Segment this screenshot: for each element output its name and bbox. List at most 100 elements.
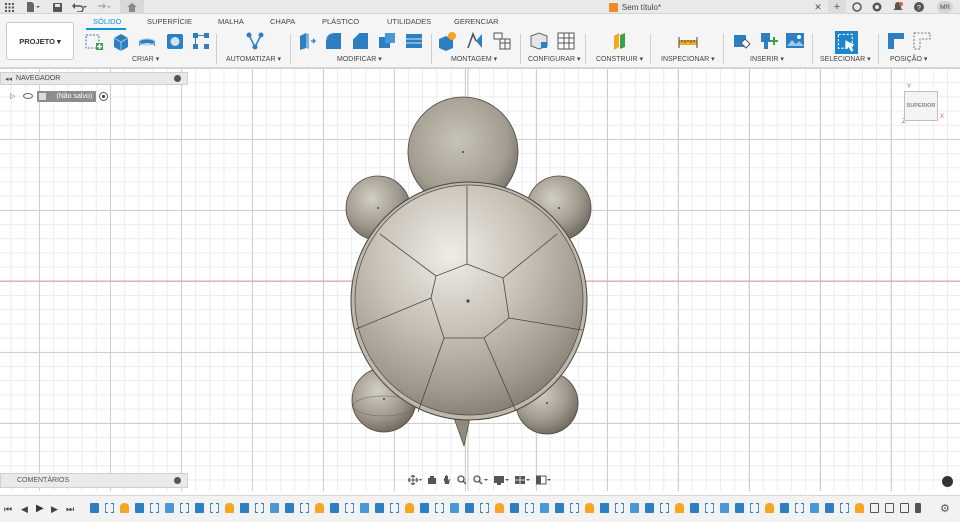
hole-icon[interactable]	[165, 31, 185, 51]
timeline-feature[interactable]	[810, 503, 819, 513]
timeline-feature[interactable]	[705, 503, 714, 513]
tab-malha[interactable]: MALHA	[218, 17, 244, 26]
tab-chapa[interactable]: CHAPA	[270, 17, 295, 26]
timeline-feature[interactable]	[120, 503, 129, 513]
new-tab-icon[interactable]: +	[828, 0, 846, 14]
timeline-feature[interactable]	[495, 503, 504, 513]
viewcube[interactable]: SUPERIOR	[904, 91, 938, 121]
timeline-feature[interactable]	[90, 503, 99, 513]
activate-radio-icon[interactable]	[99, 91, 109, 101]
timeline-feature[interactable]	[480, 503, 489, 513]
group-inserir[interactable]: INSERIR ▾	[750, 55, 784, 63]
job-status-icon[interactable]	[870, 0, 884, 14]
timeline-feature[interactable]	[405, 503, 414, 513]
press-pull-icon[interactable]	[297, 31, 317, 51]
revert-position-icon[interactable]	[912, 31, 932, 51]
timeline-features[interactable]	[88, 496, 923, 523]
configure-icon[interactable]	[529, 31, 549, 51]
automate-icon[interactable]	[245, 31, 265, 51]
look-at-icon[interactable]	[427, 475, 437, 485]
timeline-end-icon[interactable]: ⏭	[66, 504, 74, 515]
notifications-icon[interactable]	[891, 0, 905, 14]
new-component-icon[interactable]	[437, 31, 457, 51]
comments-add-icon[interactable]	[174, 477, 181, 484]
timeline-feature[interactable]	[885, 503, 894, 513]
grid-settings-icon[interactable]	[515, 475, 531, 485]
timeline-feature[interactable]	[870, 503, 879, 513]
redo-icon[interactable]	[94, 0, 114, 14]
chat-icon[interactable]	[942, 476, 953, 487]
group-configurar[interactable]: CONFIGURAR ▾	[528, 55, 581, 63]
timeline-feature[interactable]	[300, 503, 309, 513]
orbit-move-icon[interactable]	[407, 474, 422, 485]
timeline-feature[interactable]	[435, 503, 444, 513]
select-icon[interactable]	[835, 31, 858, 54]
group-posicao[interactable]: POSIÇÃO ▾	[890, 55, 927, 63]
timeline-feature[interactable]	[630, 503, 639, 513]
timeline-forward-icon[interactable]: ▶	[51, 504, 58, 515]
viewports-icon[interactable]	[536, 475, 552, 485]
display-settings-icon[interactable]	[493, 475, 510, 485]
panel-pin-icon[interactable]	[174, 75, 181, 82]
timeline-feature[interactable]	[255, 503, 264, 513]
timeline-play-icon[interactable]: ▶	[36, 503, 44, 514]
timeline-feature[interactable]	[105, 503, 114, 513]
browser-root-node[interactable]: ▷ (Não salvo)	[0, 89, 109, 103]
timeline-feature[interactable]	[735, 503, 744, 513]
timeline-feature[interactable]	[270, 503, 279, 513]
revolve-icon[interactable]	[137, 31, 157, 51]
app-grid-icon[interactable]	[2, 0, 16, 14]
root-component-label[interactable]: (Não salvo)	[37, 90, 97, 102]
group-montagem[interactable]: MONTAGEM ▾	[451, 55, 497, 63]
timeline-feature[interactable]	[375, 503, 384, 513]
timeline-feature[interactable]	[900, 503, 909, 513]
timeline-feature[interactable]	[450, 503, 459, 513]
timeline-feature[interactable]	[315, 503, 324, 513]
viewport-canvas[interactable]	[0, 68, 960, 491]
timeline-feature[interactable]	[165, 503, 174, 513]
tab-superficie[interactable]: SUPERFÍCIE	[147, 17, 192, 26]
insert-mcmaster-icon[interactable]	[759, 31, 779, 51]
timeline-feature[interactable]	[645, 503, 654, 513]
comments-panel[interactable]: COMENTÁRIOS	[0, 473, 188, 488]
timeline-feature[interactable]	[360, 503, 369, 513]
tab-utilidades[interactable]: UTILIDADES	[387, 17, 431, 26]
capture-position-icon[interactable]	[886, 31, 906, 51]
timeline-feature[interactable]	[135, 503, 144, 513]
group-automatizar[interactable]: AUTOMATIZAR ▾	[226, 55, 281, 63]
zoom-icon[interactable]	[457, 474, 467, 485]
expand-arrow-icon[interactable]: ▷	[10, 92, 15, 100]
home-icon[interactable]	[120, 0, 144, 14]
group-criar[interactable]: CRIAR ▾	[132, 55, 159, 63]
save-icon[interactable]	[50, 0, 64, 14]
document-tab[interactable]: Sem título*	[445, 0, 825, 14]
timeline-feature[interactable]	[345, 503, 354, 513]
chamfer-icon[interactable]	[350, 31, 370, 51]
timeline-feature[interactable]	[555, 503, 564, 513]
timeline-feature[interactable]	[285, 503, 294, 513]
timeline-feature[interactable]	[525, 503, 534, 513]
timeline-feature[interactable]	[720, 503, 729, 513]
as-built-joint-icon[interactable]	[492, 31, 512, 51]
timeline-start-icon[interactable]: ⏮	[4, 504, 12, 515]
timeline-feature[interactable]	[855, 503, 864, 513]
timeline-feature[interactable]	[675, 503, 684, 513]
timeline-feature[interactable]	[795, 503, 804, 513]
zoom-window-icon[interactable]	[472, 474, 489, 485]
construct-plane-icon[interactable]	[611, 31, 631, 51]
fillet-icon[interactable]	[323, 31, 343, 51]
timeline-feature[interactable]	[585, 503, 594, 513]
tab-solido[interactable]: SÓLIDO	[93, 17, 121, 26]
timeline-feature[interactable]	[210, 503, 219, 513]
tab-gerenciar[interactable]: GERENCIAR	[454, 17, 499, 26]
timeline-feature[interactable]	[540, 503, 549, 513]
timeline-feature[interactable]	[765, 503, 774, 513]
help-icon[interactable]: ?	[912, 0, 926, 14]
undo-icon[interactable]	[70, 0, 90, 14]
timeline-feature[interactable]	[240, 503, 249, 513]
timeline-feature[interactable]	[690, 503, 699, 513]
group-selecionar[interactable]: SELECIONAR ▾	[820, 55, 871, 63]
pattern-icon[interactable]	[191, 31, 211, 51]
timeline-feature[interactable]	[825, 503, 834, 513]
visibility-eye-icon[interactable]	[23, 93, 34, 99]
